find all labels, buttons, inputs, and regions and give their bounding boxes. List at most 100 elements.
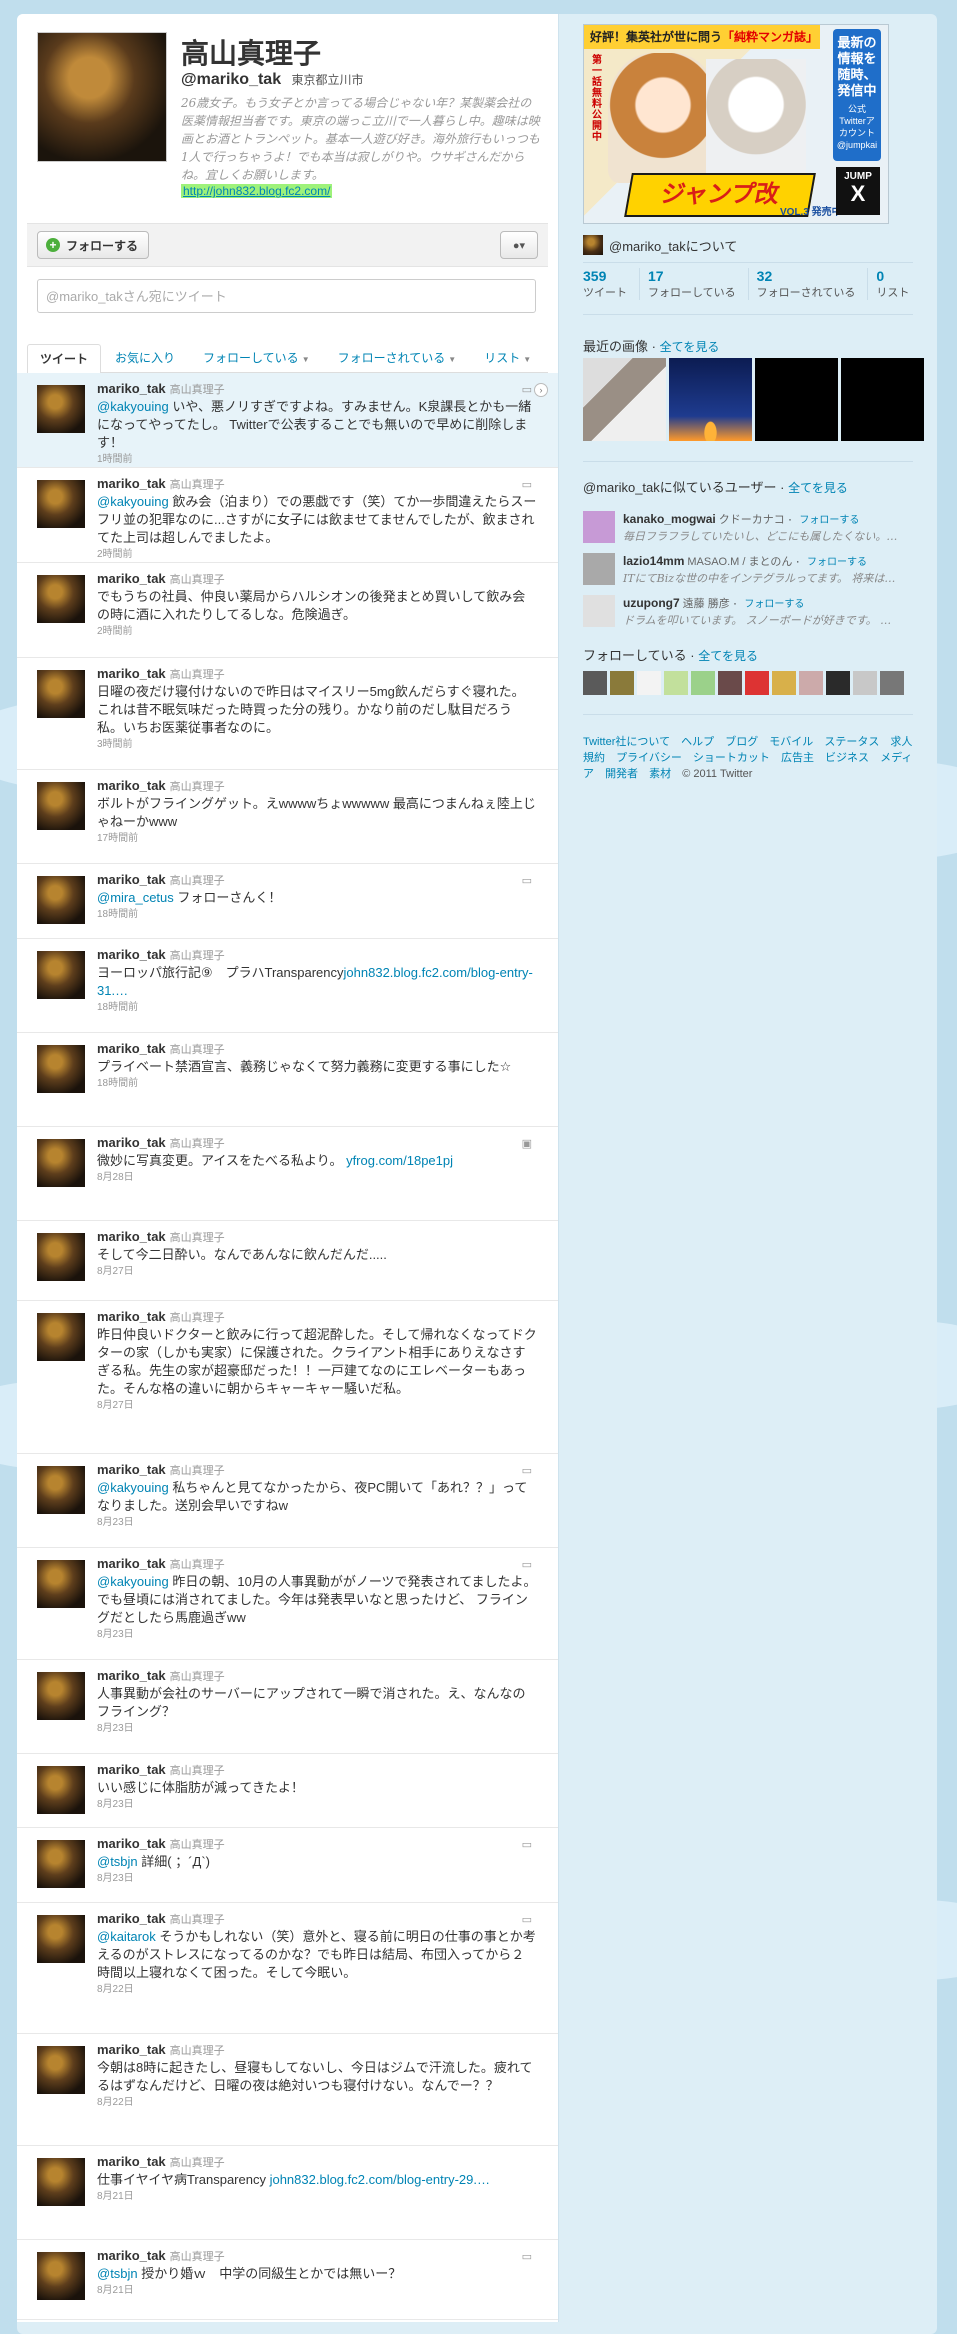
footer-link[interactable]: 規約 xyxy=(583,752,605,764)
expand-arrow-icon[interactable]: › xyxy=(534,383,548,397)
similar-user-follow-link[interactable]: フォローする xyxy=(807,557,867,568)
tweet-avatar[interactable] xyxy=(37,1466,85,1514)
following-avatar[interactable] xyxy=(826,671,850,695)
tweet-username[interactable]: mariko_tak xyxy=(97,2248,166,2263)
tweet-item[interactable]: mariko_tak 高山真理子 ボルトがフライングゲット。えwwwwちょwwwww… xyxy=(17,770,558,864)
tweet-username[interactable]: mariko_tak xyxy=(97,1229,166,1244)
tweet-avatar[interactable] xyxy=(37,1560,85,1608)
follow-button[interactable]: + フォローする xyxy=(37,231,150,259)
tweet-mention[interactable]: @kakyouing xyxy=(97,494,169,509)
tweet-avatar[interactable] xyxy=(37,575,85,623)
similar-user-screen-name[interactable]: uzupong7 xyxy=(623,596,680,610)
recent-image[interactable] xyxy=(669,358,752,441)
tweet-avatar[interactable] xyxy=(37,385,85,433)
user-dropdown-button[interactable]: ●▾ xyxy=(500,231,538,259)
tweet-username[interactable]: mariko_tak xyxy=(97,476,166,491)
footer-link[interactable]: ステータス xyxy=(824,736,879,748)
tweet-timestamp[interactable]: 8月21日 xyxy=(97,2284,537,2298)
tweet-mention[interactable]: @mira_cetus xyxy=(97,890,174,905)
tweet-item[interactable]: mariko_tak 高山真理子 @kaitarok そうかもしれない（笑）意外と、… xyxy=(17,1903,558,2034)
tweet-avatar[interactable] xyxy=(37,1313,85,1361)
following-avatar[interactable] xyxy=(853,671,877,695)
similar-user-follow-link[interactable]: フォローする xyxy=(744,599,804,610)
tweet-item[interactable]: mariko_tak 高山真理子 仕事イヤイヤ病Transparency john8… xyxy=(17,2146,558,2240)
tweet-timestamp[interactable]: 8月28日 xyxy=(97,1171,537,1185)
tweet-item[interactable]: mariko_tak 高山真理子 @tsbjn 詳細( ；´Д`) 8月23日 ▭ xyxy=(17,1828,558,1903)
reply-bubble-icon[interactable]: ▭ xyxy=(522,1558,532,1571)
tweet-username[interactable]: mariko_tak xyxy=(97,778,166,793)
following-avatar[interactable] xyxy=(691,671,715,695)
tweet-avatar[interactable] xyxy=(37,1766,85,1814)
tab-followers[interactable]: フォローされている ▼ xyxy=(324,344,471,372)
profile-url[interactable]: http://john832.blog.fc2.com/ xyxy=(181,184,333,198)
tweet-username[interactable]: mariko_tak xyxy=(97,1556,166,1571)
tweet-avatar[interactable] xyxy=(37,2252,85,2300)
tweet-avatar[interactable] xyxy=(37,480,85,528)
tweet-item[interactable]: mariko_tak 高山真理子 @kakyouing 飲み会（泊まり）での悪戯です… xyxy=(17,468,558,563)
stat-item[interactable]: 32 フォローされている xyxy=(747,268,868,300)
tweet-username[interactable]: mariko_tak xyxy=(97,1309,166,1324)
tweet-item[interactable]: mariko_tak 高山真理子 ヨーロッパ旅行記⑨ プラハTransparency… xyxy=(17,939,558,1033)
tweet-item[interactable]: mariko_tak 高山真理子 いい感じに体脂肪が減ってきたよ！ 8月23日 xyxy=(17,1754,558,1828)
tweet-item[interactable]: mariko_tak 高山真理子 そして今二日酔い。なんであんなに飲んだんだ....… xyxy=(17,1221,558,1301)
tweet-timestamp[interactable]: 2時間前 xyxy=(97,548,537,562)
tweet-avatar[interactable] xyxy=(37,782,85,830)
tweet-username[interactable]: mariko_tak xyxy=(97,1836,166,1851)
tweet-timestamp[interactable]: 3時間前 xyxy=(97,738,537,752)
following-avatar[interactable] xyxy=(664,671,688,695)
tweet-timestamp[interactable]: 18時間前 xyxy=(97,1077,537,1091)
footer-link[interactable]: 広告主 xyxy=(781,752,814,764)
tweet-timestamp[interactable]: 8月23日 xyxy=(97,1628,537,1642)
tweet-avatar[interactable] xyxy=(37,1840,85,1888)
tweet-item[interactable]: mariko_tak 高山真理子 でもうちの社員、仲良い薬局からハルシオンの後発まと… xyxy=(17,563,558,658)
tweet-avatar[interactable] xyxy=(37,1915,85,1963)
tweet-avatar[interactable] xyxy=(37,1045,85,1093)
similar-user-avatar[interactable] xyxy=(583,595,615,627)
tweet-timestamp[interactable]: 8月27日 xyxy=(97,1399,537,1413)
footer-link[interactable]: プライバシー xyxy=(616,752,682,764)
tweet-timestamp[interactable]: 17時間前 xyxy=(97,832,537,846)
tweet-avatar[interactable] xyxy=(37,951,85,999)
tweet-username[interactable]: mariko_tak xyxy=(97,571,166,586)
tweet-username[interactable]: mariko_tak xyxy=(97,1911,166,1926)
footer-link[interactable]: ビジネス xyxy=(825,752,869,764)
tweet-username[interactable]: mariko_tak xyxy=(97,1762,166,1777)
tweet-item[interactable]: mariko_tak 高山真理子 微妙に写真変更。アイスをたべる私より。 yfrog… xyxy=(17,1127,558,1221)
tweet-timestamp[interactable]: 2時間前 xyxy=(97,625,537,639)
tweet-timestamp[interactable]: 18時間前 xyxy=(97,908,537,922)
tweet-timestamp[interactable]: 8月22日 xyxy=(97,2096,537,2110)
recent-image[interactable] xyxy=(841,358,924,441)
tweet-username[interactable]: mariko_tak xyxy=(97,947,166,962)
stat-item[interactable]: 0 リスト xyxy=(867,268,921,300)
see-all-similar-link[interactable]: 全てを見る xyxy=(788,481,848,495)
tweet-timestamp[interactable]: 8月23日 xyxy=(97,1872,537,1886)
tweet-mention[interactable]: @kaitarok xyxy=(97,1929,156,1944)
tweet-username[interactable]: mariko_tak xyxy=(97,1462,166,1477)
tweet-avatar[interactable] xyxy=(37,670,85,718)
footer-link[interactable]: ヘルプ xyxy=(681,736,714,748)
tweet-timestamp[interactable]: 18時間前 xyxy=(97,1001,537,1015)
tweet-item[interactable]: mariko_tak 高山真理子 @kakyouing 私ちゃんと見てなかったから、… xyxy=(17,1454,558,1548)
reply-bubble-icon[interactable]: ▭ xyxy=(522,2250,532,2263)
see-all-images-link[interactable]: 全てを見る xyxy=(660,340,720,354)
following-avatar[interactable] xyxy=(610,671,634,695)
footer-link[interactable]: モバイル xyxy=(769,736,813,748)
following-avatar[interactable] xyxy=(637,671,661,695)
recent-image[interactable] xyxy=(755,358,838,441)
footer-link[interactable]: 求人 xyxy=(890,736,912,748)
tweet-mention[interactable]: @kakyouing xyxy=(97,399,169,414)
tweet-timestamp[interactable]: 8月23日 xyxy=(97,1516,537,1530)
tweet-item[interactable]: mariko_tak 高山真理子 @tsbjn 授かり婚ｗ 中学の同級生とかでは無い… xyxy=(17,2240,558,2320)
tweet-item[interactable]: mariko_tak 高山真理子 @mira_cetus フォローさんく！ 18時間前… xyxy=(17,864,558,939)
following-avatar[interactable] xyxy=(745,671,769,695)
tweet-mention[interactable]: @tsbjn xyxy=(97,2266,138,2281)
footer-link[interactable]: Twitter社について xyxy=(583,736,670,748)
tweet-item[interactable]: mariko_tak 高山真理子 日曜の夜だけ寝付けないので昨日はマイスリー5mg飲… xyxy=(17,658,558,770)
tweet-timestamp[interactable]: 8月23日 xyxy=(97,1722,537,1736)
tweet-link[interactable]: yfrog.com/18pe1pj xyxy=(346,1153,453,1168)
following-avatar[interactable] xyxy=(880,671,904,695)
tweet-timestamp[interactable]: 1時間前 xyxy=(97,453,537,467)
tweet-username[interactable]: mariko_tak xyxy=(97,2042,166,2057)
tweet-item[interactable]: mariko_tak 高山真理子 @kakyouing 昨日の朝、10月の人事異動が… xyxy=(17,1548,558,1660)
tweet-username[interactable]: mariko_tak xyxy=(97,666,166,681)
